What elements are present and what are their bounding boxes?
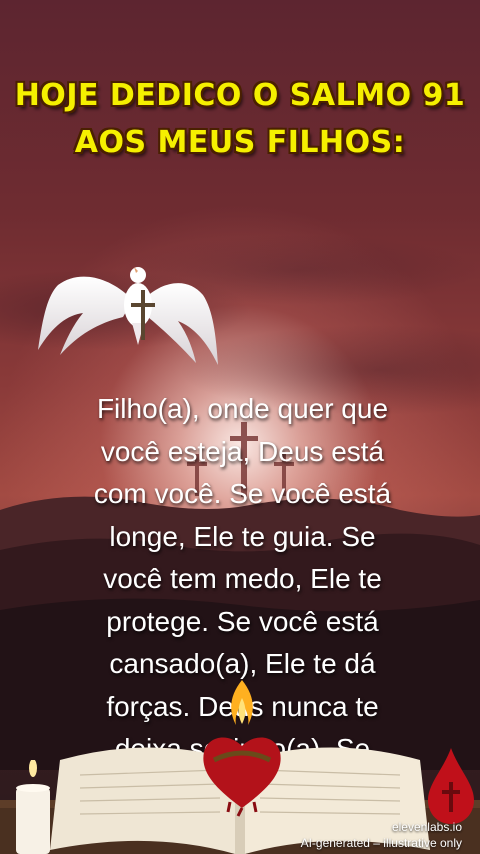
message-line: você esteja, Deus está — [100, 435, 385, 467]
dove-icon — [38, 267, 218, 365]
sacred-heart-icon — [203, 680, 281, 817]
watermark-brand: elevenlabs.io — [391, 820, 462, 834]
watermark-disclaimer: AI-generated – illustrative only — [300, 836, 462, 850]
blood-drop-icon — [428, 748, 474, 824]
title-line-2: AOS MEUS FILHOS: — [74, 125, 406, 160]
message-line: Filho(a), onde quer que — [96, 393, 389, 424]
candle-icon — [16, 760, 50, 854]
message-line: você tem medo, Ele te — [103, 563, 382, 594]
message-line: com você. Se você está — [93, 478, 392, 509]
message-line: protege. Se você está — [106, 605, 379, 637]
title-line-1: HOJE DEDICO O SALMO 91 — [14, 78, 466, 113]
message-line: longe, Ele te guia. Se — [109, 520, 376, 552]
